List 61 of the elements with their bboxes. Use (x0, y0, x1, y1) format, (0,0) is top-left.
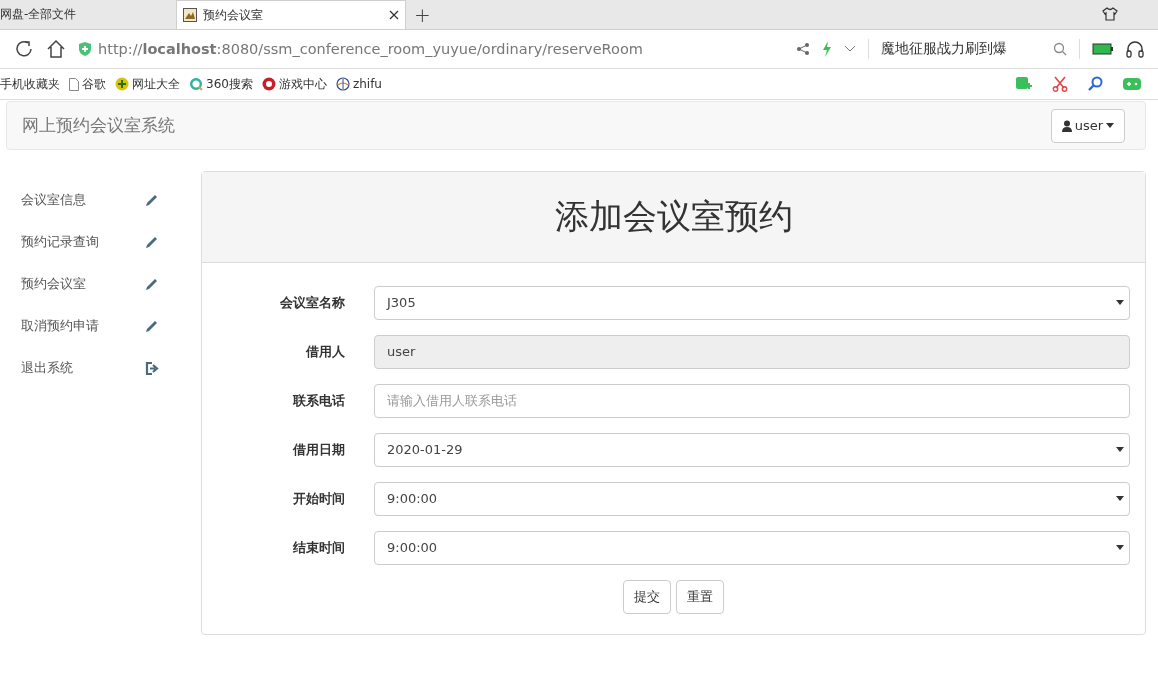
user-menu-button[interactable]: user (1050, 108, 1125, 143)
bookmark-item[interactable]: 谷歌 (69, 75, 106, 93)
bookmark-item[interactable]: 手机收藏夹 (0, 75, 60, 93)
site-title[interactable]: 网上预约会议室系统 (22, 114, 175, 137)
browser-tab[interactable]: 预约会议室 (176, 0, 406, 29)
search-field[interactable]: 魔地征服战力刷到爆 (881, 40, 1041, 58)
user-icon (1061, 119, 1072, 132)
headphones-icon[interactable] (1126, 40, 1144, 58)
shield-icon (78, 41, 92, 57)
page-icon (69, 77, 79, 91)
bookmark-item[interactable]: 网址大全 (115, 75, 180, 93)
field-label: 会议室名称 (279, 293, 345, 312)
search-icon[interactable] (1053, 42, 1067, 56)
select-field[interactable]: 2020-01-29 (374, 432, 1130, 467)
select-field[interactable]: 9:00:00 (374, 481, 1130, 516)
sidebar-link[interactable]: 会议室信息 (21, 191, 86, 209)
bookmark-item[interactable]: 360搜索 (189, 75, 253, 93)
select-field[interactable]: J305 (374, 285, 1130, 320)
field-label: 结束时间 (292, 538, 345, 557)
field-label: 借用人 (304, 342, 345, 361)
sidebar-link[interactable]: 取消预约申请 (21, 317, 99, 335)
input-field[interactable]: user (374, 334, 1130, 369)
sidebar-link[interactable]: 退出系统 (21, 359, 73, 377)
form-button[interactable]: 重置 (676, 580, 724, 614)
globe-icon (335, 77, 350, 91)
close-icon[interactable] (389, 10, 399, 20)
caret-icon (1116, 496, 1124, 501)
scissors-icon[interactable] (1052, 76, 1068, 92)
form-title: 添加会议室预约 (554, 195, 793, 238)
sidebar-link[interactable]: 预约会议室 (21, 275, 86, 293)
pencil-icon (145, 235, 159, 249)
logout-icon (145, 361, 159, 375)
pencil-icon (145, 193, 159, 207)
field-label: 借用日期 (291, 440, 345, 459)
caret-icon (1116, 545, 1124, 550)
pencil-icon (145, 319, 159, 333)
browser-tab[interactable]: 网盘-全部文件 (0, 0, 174, 29)
home-icon[interactable] (46, 39, 66, 59)
magnifier-icon[interactable] (1087, 76, 1103, 92)
shirt-icon[interactable] (1102, 7, 1118, 21)
bookmark-item[interactable]: 游戏中心 (261, 75, 327, 93)
field-label: 联系电话 (292, 391, 345, 410)
new-tab-button[interactable]: + (406, 1, 439, 29)
battery-icon[interactable] (1092, 43, 1114, 55)
share-icon[interactable] (796, 42, 810, 56)
sidebar-link[interactable]: 预约记录查询 (21, 233, 99, 251)
select-field[interactable]: 9:00:00 (374, 530, 1130, 565)
reload-icon[interactable] (14, 39, 34, 59)
form-button[interactable]: 提交 (623, 580, 671, 614)
caret-icon (1116, 447, 1124, 452)
input-field[interactable]: 请输入借用人联系电话 (374, 383, 1130, 418)
pencil-icon (145, 277, 159, 291)
field-label: 开始时间 (292, 489, 345, 508)
bookmark-item[interactable]: zhifu (335, 77, 382, 91)
caret-icon (1116, 300, 1124, 305)
ring-icon (189, 77, 203, 91)
plus-circle-icon (115, 77, 129, 91)
picture-icon (183, 8, 197, 22)
chevron-down-icon[interactable] (844, 45, 856, 53)
address-field[interactable]: http://localhost:8080/ssm_conference_room_yuyue/ordinary/reserveRoom (98, 41, 643, 57)
caret-icon (1106, 123, 1114, 128)
